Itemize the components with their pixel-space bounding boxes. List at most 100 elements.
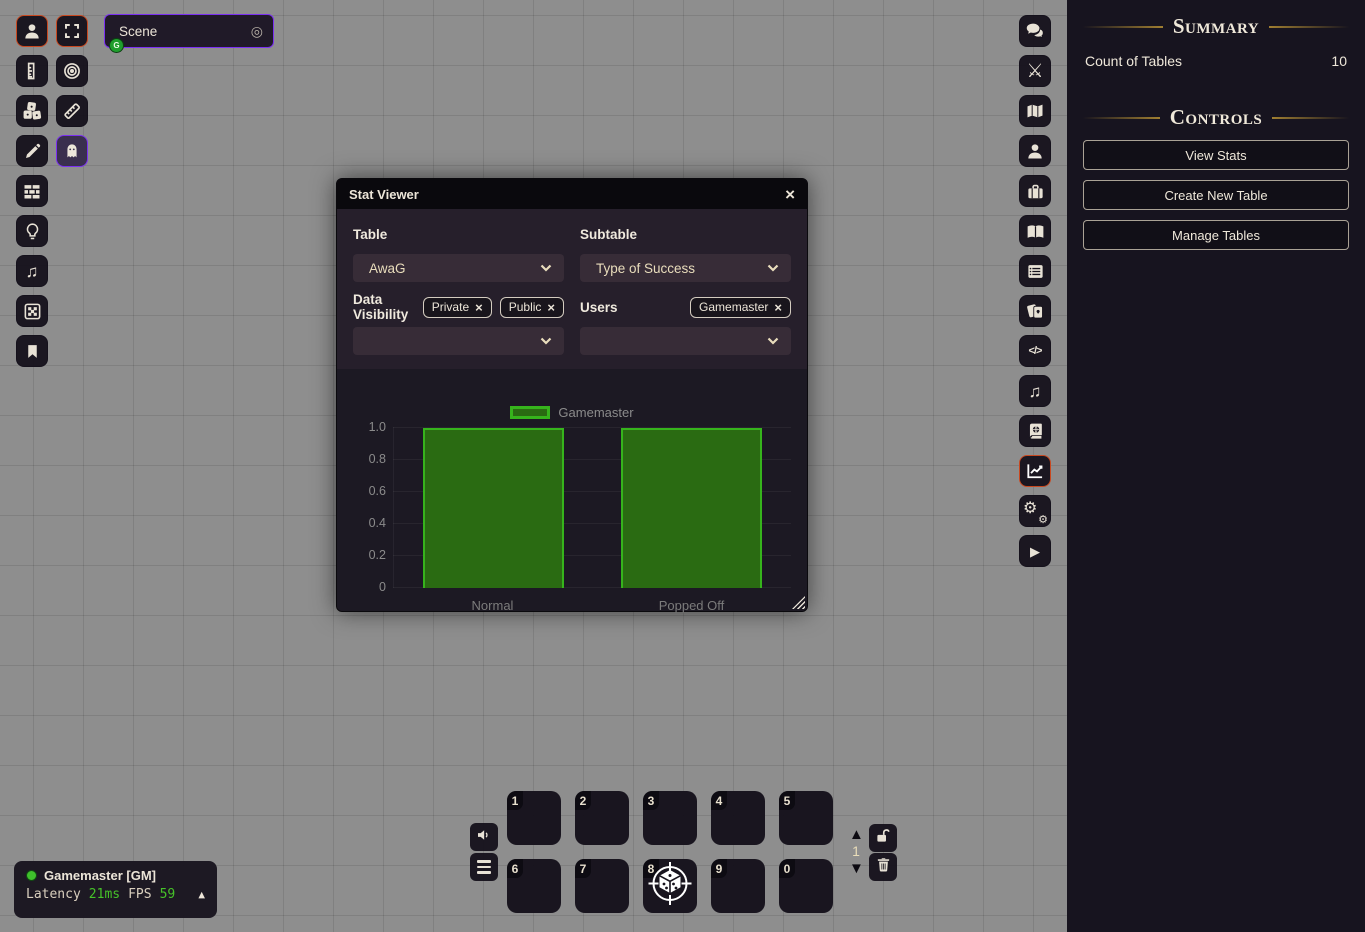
manage-tables-button[interactable]: Manage Tables <box>1083 220 1349 250</box>
subtable-select[interactable]: Type of Success <box>580 254 791 282</box>
music-note-icon: ♫ <box>1029 383 1042 400</box>
code-icon: </> <box>1029 345 1042 357</box>
y-tick: 1.0 <box>354 420 386 434</box>
x-label-popped-off: Popped Off <box>592 598 791 613</box>
tab-items[interactable] <box>1019 175 1051 207</box>
hotbar-page-up[interactable]: ▲ <box>849 827 864 842</box>
tab-cards[interactable] <box>1019 295 1051 327</box>
hotbar-slot-6[interactable]: 6 <box>507 859 561 913</box>
stat-viewer-window: Stat Viewer × Table AwaG Subtable Type o… <box>336 178 808 612</box>
chevron-down-icon <box>767 259 779 277</box>
table-select[interactable]: AwaG <box>353 254 564 282</box>
tag-public[interactable]: Public × <box>500 297 564 318</box>
table-label: Table <box>353 227 387 242</box>
latency-value: 21ms <box>89 887 120 902</box>
ruler-icon <box>62 101 82 121</box>
tab-macros[interactable]: </> <box>1019 335 1051 367</box>
play-icon: ▶ <box>1030 545 1040 558</box>
chat-bubbles-icon <box>1024 20 1046 42</box>
hotbar-clear-button[interactable] <box>869 853 897 881</box>
view-stats-button[interactable]: View Stats <box>1083 140 1349 170</box>
remove-tag-icon[interactable]: × <box>475 300 483 315</box>
hotbar-slot-4[interactable]: 4 <box>711 791 765 845</box>
tab-tables[interactable] <box>1019 255 1051 287</box>
tab-playlists[interactable]: ♫ <box>1019 375 1051 407</box>
playlist-volume-button[interactable] <box>470 823 498 851</box>
tag-private[interactable]: Private × <box>423 297 492 318</box>
users-select[interactable] <box>580 327 791 355</box>
tool-notes[interactable] <box>16 335 48 367</box>
hotbar-slot-7[interactable]: 7 <box>575 859 629 913</box>
tool-lighting[interactable] <box>16 215 48 247</box>
tab-combat[interactable]: ⚔ <box>1019 55 1051 87</box>
tool-dice[interactable] <box>16 95 48 127</box>
hotbar-page-down[interactable]: ▼ <box>849 861 864 876</box>
tool-sounds[interactable]: ♫ <box>16 255 48 287</box>
create-new-table-button[interactable]: Create New Table <box>1083 180 1349 210</box>
controls-heading: Controls <box>1083 105 1349 130</box>
data-visibility-select[interactable] <box>353 327 564 355</box>
speaker-icon <box>475 826 493 849</box>
sidebar-collapse-button[interactable]: ▶ <box>1019 535 1051 567</box>
window-titlebar[interactable]: Stat Viewer × <box>337 179 807 209</box>
x-label-normal: Normal <box>393 598 592 613</box>
ruler-vertical-icon <box>22 61 42 81</box>
remove-tag-icon[interactable]: × <box>547 300 555 315</box>
tab-scenes[interactable] <box>1019 95 1051 127</box>
hotbar-slot-9[interactable]: 9 <box>711 859 765 913</box>
music-note-icon: ♫ <box>26 263 39 280</box>
tool-target[interactable] <box>56 55 88 87</box>
player-list-expand-caret[interactable]: ▲ <box>198 888 205 901</box>
y-tick: 0.6 <box>354 484 386 498</box>
swords-icon: ⚔ <box>1026 62 1043 81</box>
tool-token[interactable] <box>16 15 48 47</box>
chart-plot-area: 1.0 0.8 0.6 0.4 0.2 0 <box>393 427 791 588</box>
data-visibility-label: Data Visibility <box>353 292 415 322</box>
tool-measure[interactable] <box>16 55 48 87</box>
player-name: Gamemaster [GM] <box>44 868 156 883</box>
tab-stats[interactable] <box>1019 455 1051 487</box>
close-icon[interactable]: × <box>785 186 795 203</box>
tab-journal[interactable] <box>1019 215 1051 247</box>
hotbar-slot-0[interactable]: 0 <box>779 859 833 913</box>
chart-legend[interactable]: Gamemaster <box>353 405 791 420</box>
hotbar-lock-button[interactable] <box>869 824 897 852</box>
y-tick: 0.8 <box>354 452 386 466</box>
tag-gamemaster[interactable]: Gamemaster × <box>690 297 791 318</box>
tab-actors[interactable] <box>1019 135 1051 167</box>
map-icon <box>1025 101 1045 121</box>
user-icon <box>22 21 42 41</box>
hotbar-slot-8[interactable]: 8 <box>643 859 697 913</box>
tool-select[interactable] <box>56 15 88 47</box>
stats-sidebar-panel: Summary Count of Tables 10 Controls View… <box>1067 0 1365 932</box>
resize-handle[interactable] <box>792 596 805 609</box>
bar-chart: Gamemaster 1.0 0.8 0.6 0.4 0.2 0 Normal … <box>353 405 791 613</box>
hotbar-slot-2[interactable]: 2 <box>575 791 629 845</box>
controls-title: Controls <box>1170 105 1263 130</box>
tool-ruler[interactable] <box>56 95 88 127</box>
tool-tiles[interactable] <box>16 295 48 327</box>
subtable-field: Subtable Type of Success <box>580 223 791 282</box>
y-tick: 0.4 <box>354 516 386 530</box>
tab-compendium[interactable] <box>1019 415 1051 447</box>
subtable-label: Subtable <box>580 227 637 242</box>
hotbar-slot-1[interactable]: 1 <box>507 791 561 845</box>
tool-ghost[interactable] <box>56 135 88 167</box>
checkerboard-icon <box>23 302 42 321</box>
summary-heading: Summary <box>1083 14 1349 39</box>
hotbar-slot-5[interactable]: 5 <box>779 791 833 845</box>
tab-chat[interactable] <box>1019 15 1051 47</box>
tab-settings[interactable]: ⚙ ⚙ <box>1019 495 1051 527</box>
hotbar-slot-3[interactable]: 3 <box>643 791 697 845</box>
gears-icon: ⚙ ⚙ <box>1024 500 1046 522</box>
remove-tag-icon[interactable]: × <box>774 300 782 315</box>
tool-walls[interactable] <box>16 175 48 207</box>
ghost-icon <box>63 142 81 160</box>
player-list[interactable]: Gamemaster [GM] Latency 21ms FPS 59 ▲ <box>14 861 217 918</box>
bullseye-icon <box>62 61 82 81</box>
macro-directory-button[interactable] <box>470 853 498 881</box>
tool-draw[interactable] <box>16 135 48 167</box>
scene-nav-item[interactable]: Scene ◎ G <box>104 14 274 48</box>
users-label: Users <box>580 300 618 315</box>
scene-target-icon[interactable]: ◎ <box>251 23 263 40</box>
